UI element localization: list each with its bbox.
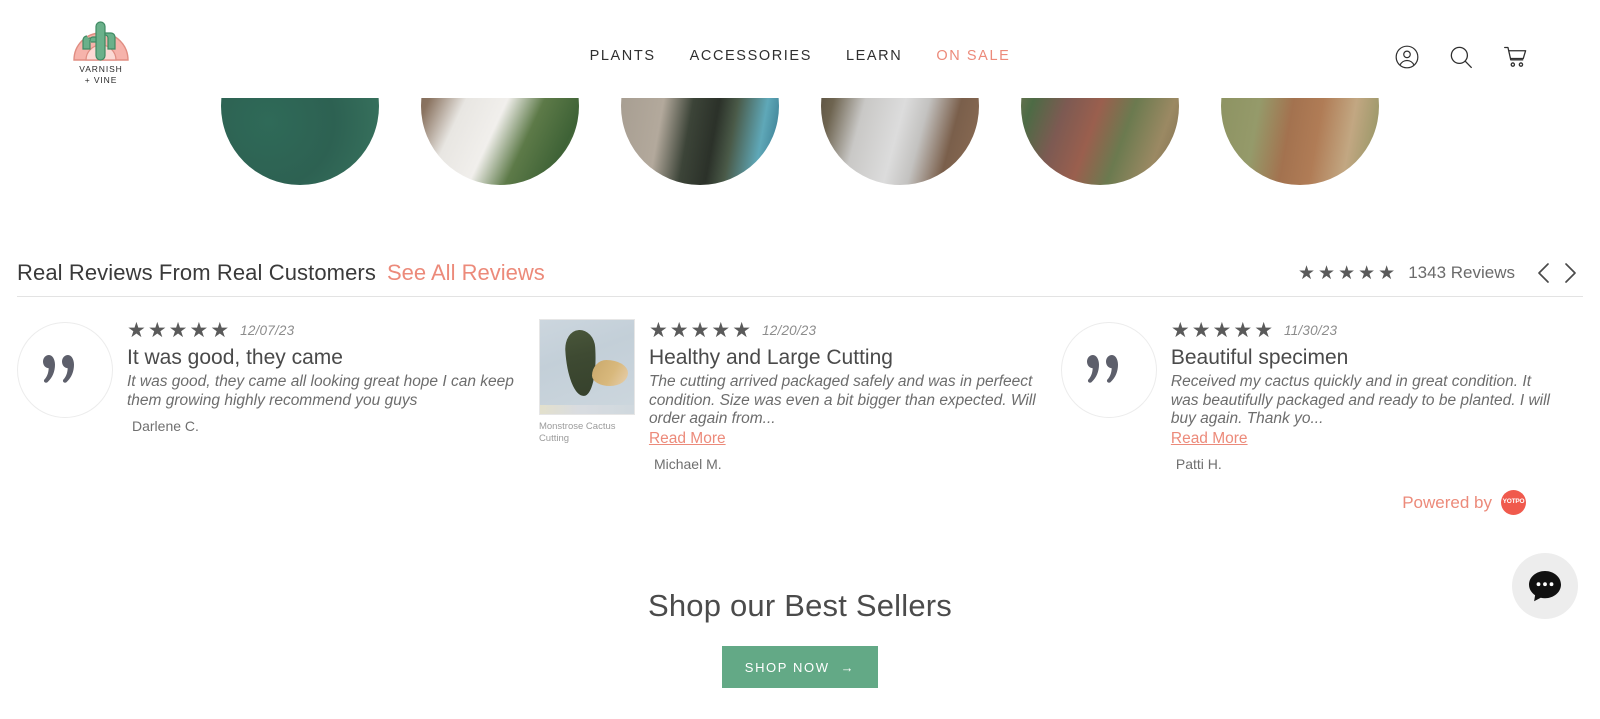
review-star-rating: ★ ★ ★ ★ ★: [649, 320, 751, 341]
reviews-summary: ★ ★ ★ ★ ★ 1343 Reviews: [1298, 250, 1583, 296]
reviews-grid: ★ ★ ★ ★ ★ 12/07/23 It was good, they cam…: [17, 319, 1583, 472]
reviews-section: Real Reviews From Real Customers See All…: [0, 250, 1600, 472]
logo-link[interactable]: VARNISH + VINE: [70, 16, 132, 87]
star-icon: ★: [1297, 262, 1316, 284]
reviews-prev-button[interactable]: [1531, 260, 1557, 286]
shelf-shape: [539, 405, 634, 414]
star-icon: ★: [1212, 318, 1232, 342]
review-body: ★ ★ ★ ★ ★ 12/07/23 It was good, they cam…: [127, 319, 515, 472]
star-icon: ★: [1358, 262, 1376, 284]
main-navigation: PLANTS ACCESSORIES LEARN ON SALE: [590, 48, 1011, 64]
chevron-right-icon: [1565, 263, 1576, 283]
review-card: ★ ★ ★ ★ ★ 11/30/23 Beautiful specimen Re…: [1060, 319, 1583, 472]
see-all-reviews-link[interactable]: See All Reviews: [387, 260, 545, 286]
nav-item-plants[interactable]: PLANTS: [590, 48, 656, 64]
review-title: It was good, they came: [127, 346, 343, 369]
logo-wordmark: VARNISH + VINE: [79, 64, 123, 86]
review-date: 12/07/23: [240, 322, 295, 338]
nav-item-on-sale[interactable]: ON SALE: [936, 48, 1010, 64]
star-icon: ★: [669, 318, 689, 342]
review-star-rating: ★ ★ ★ ★ ★: [1171, 320, 1273, 341]
chat-widget[interactable]: [1512, 553, 1578, 619]
search-icon[interactable]: [1448, 44, 1474, 70]
avatar: [17, 322, 113, 418]
star-icon: ★: [1191, 318, 1211, 342]
star-icon: ★: [168, 318, 188, 342]
review-meta: ★ ★ ★ ★ ★ 12/07/23: [127, 319, 515, 341]
review-body: ★ ★ ★ ★ ★ 12/20/23 Healthy and Large Cut…: [649, 319, 1037, 472]
reviews-divider: [17, 296, 1583, 297]
review-date: 11/30/23: [1284, 322, 1338, 338]
star-icon: ★: [147, 318, 167, 342]
read-more-link[interactable]: Read More: [1171, 430, 1248, 448]
reviews-header: Real Reviews From Real Customers See All…: [17, 250, 1583, 296]
review-text: It was good, they came all looking great…: [127, 373, 514, 409]
review-product[interactable]: Monstrose Cactus Cutting: [538, 319, 635, 472]
quote-icon: [1086, 355, 1118, 383]
product-thumbnail-image[interactable]: [538, 319, 635, 415]
reviews-next-button[interactable]: [1557, 260, 1583, 286]
star-icon: ★: [189, 318, 209, 342]
cactus-shape: [564, 329, 598, 397]
yotpo-logo-icon[interactable]: YOTPO: [1501, 490, 1526, 515]
chevron-left-icon: [1538, 263, 1549, 283]
cart-icon[interactable]: [1502, 44, 1528, 70]
best-sellers-section: Shop our Best Sellers SHOP NOW →: [0, 588, 1600, 688]
review-title: Healthy and Large Cutting: [648, 346, 893, 369]
star-icon: ★: [127, 318, 146, 342]
quote-icon: [43, 355, 74, 383]
review-card: Monstrose Cactus Cutting ★ ★ ★ ★ ★ 12/20…: [538, 319, 1061, 472]
best-sellers-title: Shop our Best Sellers: [647, 588, 953, 623]
account-icon[interactable]: [1394, 44, 1420, 70]
review-count-label: 1343 Reviews: [1408, 263, 1515, 282]
star-icon: ★: [1318, 262, 1336, 284]
nav-item-accessories[interactable]: ACCESSORIES: [690, 48, 812, 64]
cactus-logo-icon: [73, 21, 129, 61]
star-icon: ★: [1170, 318, 1190, 342]
review-text: The cutting arrived packaged safely and …: [648, 373, 1036, 428]
review-title: Beautiful specimen: [1170, 346, 1349, 369]
review-author: Patti H.: [1175, 455, 1222, 472]
site-header: VARNISH + VINE PLANTS ACCESSORIES LEARN …: [0, 0, 1600, 98]
star-icon: ★: [1378, 262, 1396, 284]
star-icon: ★: [1254, 318, 1274, 342]
review-author: Michael M.: [653, 455, 722, 472]
review-star-rating: ★ ★ ★ ★ ★: [127, 320, 229, 341]
shop-now-button[interactable]: SHOP NOW →: [722, 646, 878, 688]
nav-item-learn[interactable]: LEARN: [846, 48, 902, 64]
review-date: 12/20/23: [762, 322, 817, 338]
read-more-link[interactable]: Read More: [649, 430, 726, 448]
hand-shape: [591, 360, 628, 386]
star-icon: ★: [210, 318, 230, 342]
star-icon: ★: [1338, 262, 1356, 284]
review-body: ★ ★ ★ ★ ★ 11/30/23 Beautiful specimen Re…: [1171, 319, 1559, 472]
star-icon: ★: [1233, 318, 1253, 342]
header-icon-group: [1394, 44, 1528, 70]
review-meta: ★ ★ ★ ★ ★ 11/30/23: [1171, 319, 1559, 341]
avatar: [1060, 322, 1157, 418]
review-meta: ★ ★ ★ ★ ★ 12/20/23: [649, 319, 1037, 341]
shop-now-label: SHOP NOW: [744, 659, 830, 675]
review-author: Darlene C.: [132, 418, 199, 435]
summary-star-rating: ★ ★ ★ ★ ★: [1298, 264, 1395, 283]
review-card: ★ ★ ★ ★ ★ 12/07/23 It was good, they cam…: [17, 319, 539, 472]
reviews-title: Real Reviews From Real Customers: [17, 260, 376, 285]
powered-by-label: Powered by: [1402, 492, 1492, 512]
star-icon: ★: [648, 318, 668, 342]
product-caption: Monstrose Cactus Cutting: [538, 421, 616, 444]
review-text: Received my cactus quickly and in great …: [1170, 373, 1551, 428]
star-icon: ★: [711, 318, 731, 342]
chat-bubble-icon: [1529, 571, 1561, 602]
star-icon: ★: [732, 318, 752, 342]
star-icon: ★: [690, 318, 710, 342]
arrow-right-icon: →: [840, 659, 856, 675]
powered-by-yotpo[interactable]: Powered by YOTPO: [1402, 490, 1526, 515]
